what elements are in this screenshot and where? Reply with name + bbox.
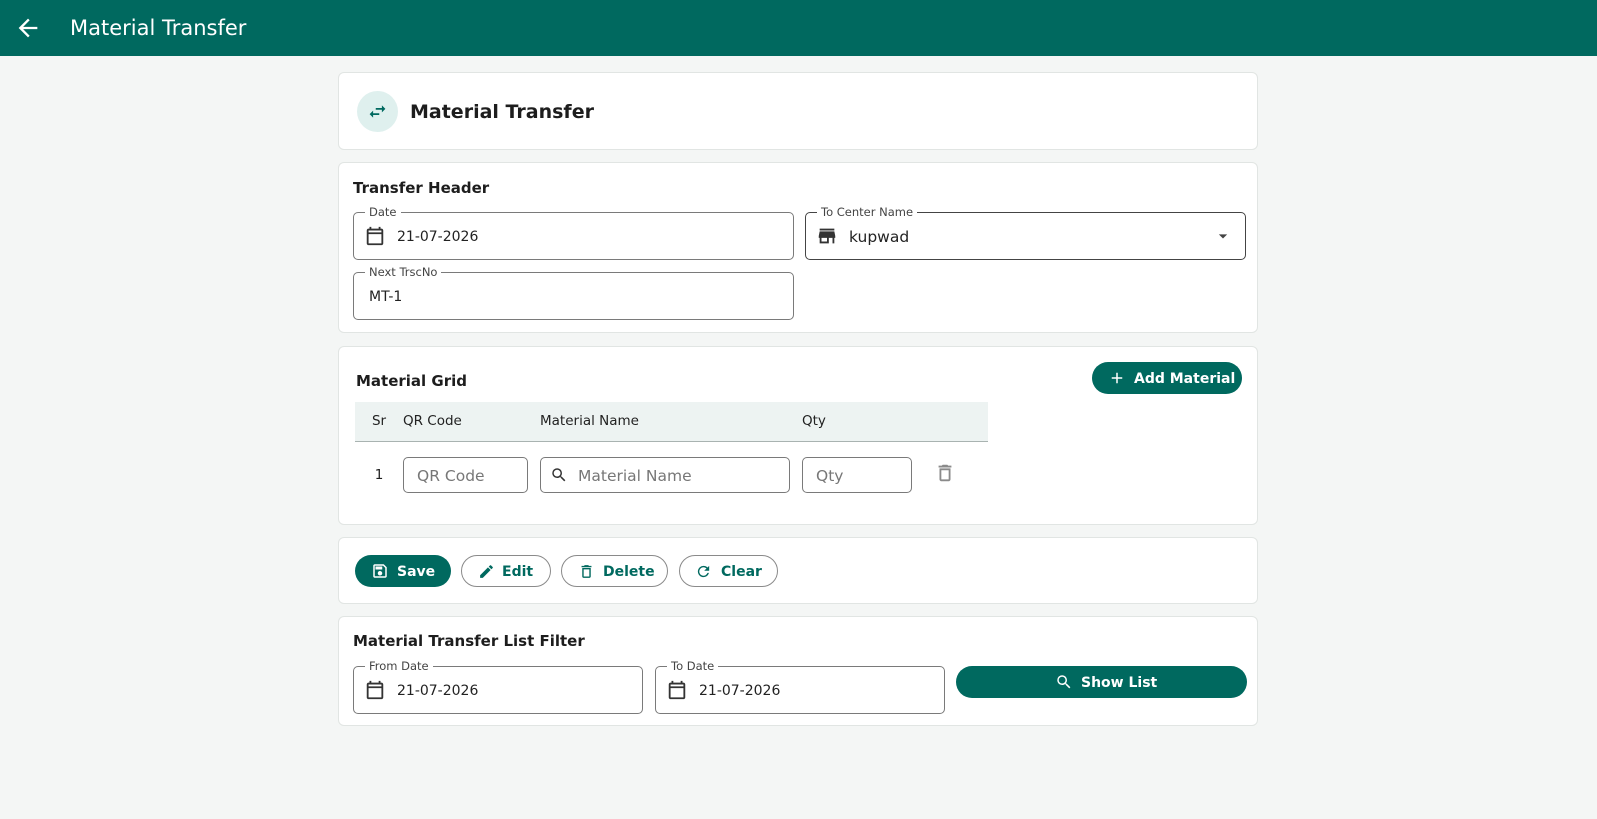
to-date-field[interactable]: To Date 21-07-2026 — [655, 659, 945, 714]
material-table: Sr QR Code Material Name Qty 1 QR Code M… — [355, 402, 988, 509]
row-sr: 1 — [374, 467, 384, 484]
next-trsc-value: MT-1 — [369, 289, 403, 305]
app-bar-title: Material Transfer — [70, 16, 247, 40]
search-icon — [1055, 673, 1073, 695]
calendar-icon[interactable] — [364, 225, 386, 251]
to-date-label: To Date — [667, 659, 719, 673]
refresh-icon — [695, 563, 712, 584]
column-header-qty: Qty — [802, 402, 988, 442]
delete-button[interactable]: Delete — [561, 555, 668, 587]
to-date-value: 21-07-2026 — [699, 683, 781, 699]
clear-label: Clear — [721, 564, 762, 580]
show-list-label: Show List — [1081, 675, 1158, 691]
search-icon — [550, 466, 568, 488]
show-list-button[interactable]: Show List — [956, 666, 1247, 698]
list-filter-card: Material Transfer List Filter From Date … — [338, 616, 1258, 726]
list-filter-title: Material Transfer List Filter — [353, 632, 585, 650]
arrow-left-icon[interactable] — [14, 14, 42, 42]
date-label: Date — [365, 205, 401, 219]
qty-placeholder: Qty — [816, 467, 844, 486]
save-button[interactable]: Save — [355, 555, 451, 587]
qty-input[interactable]: Qty — [802, 457, 912, 494]
add-material-button[interactable]: Add Material — [1092, 362, 1242, 394]
plus-icon — [1108, 369, 1126, 391]
trash-icon[interactable] — [934, 462, 956, 488]
material-name-input[interactable]: Material Name — [540, 457, 790, 494]
actions-card: Save Edit Delete Clear — [338, 537, 1258, 604]
calendar-icon[interactable] — [666, 679, 688, 705]
to-center-value: kupwad — [849, 228, 910, 246]
calendar-icon[interactable] — [364, 679, 386, 705]
trash-icon — [578, 563, 595, 584]
store-icon — [816, 225, 838, 251]
date-field[interactable]: Date 21-07-2026 — [353, 205, 794, 260]
edit-button[interactable]: Edit — [461, 555, 551, 587]
material-grid-title: Material Grid — [356, 372, 468, 390]
from-date-value: 21-07-2026 — [397, 683, 479, 699]
material-name-placeholder: Material Name — [578, 467, 692, 486]
add-material-label: Add Material — [1134, 371, 1236, 387]
save-label: Save — [397, 564, 436, 580]
swap-horizontal-icon — [357, 91, 398, 132]
edit-label: Edit — [502, 564, 534, 580]
to-center-label: To Center Name — [817, 205, 918, 219]
date-value: 21-07-2026 — [397, 229, 479, 245]
transfer-header-title: Transfer Header — [353, 179, 490, 197]
qr-code-input[interactable]: QR Code — [403, 457, 528, 494]
pencil-icon — [478, 563, 495, 584]
material-grid-card: Material Grid Add Material Sr QR Code Ma… — [338, 346, 1258, 525]
table-header-row: Sr QR Code Material Name Qty — [355, 402, 988, 442]
qr-code-placeholder: QR Code — [417, 467, 485, 486]
table-row: 1 QR Code Material Name Qty — [355, 441, 988, 509]
floppy-disk-icon — [371, 562, 389, 584]
next-trsc-label: Next TrscNo — [365, 265, 442, 279]
next-trsc-field[interactable]: Next TrscNo MT-1 — [353, 265, 794, 320]
delete-label: Delete — [603, 564, 655, 580]
app-bar: Material Transfer — [0, 0, 1597, 56]
transfer-header-card: Transfer Header Date 21-07-2026 To Cente… — [338, 162, 1258, 333]
from-date-field[interactable]: From Date 21-07-2026 — [353, 659, 643, 714]
column-header-material-name: Material Name — [540, 402, 802, 442]
clear-button[interactable]: Clear — [679, 555, 778, 587]
title-card: Material Transfer — [338, 72, 1258, 150]
chevron-down-icon[interactable] — [1213, 226, 1233, 250]
column-header-sr: Sr — [355, 402, 403, 442]
page-title: Material Transfer — [410, 101, 594, 123]
column-header-qr-code: QR Code — [403, 402, 540, 442]
from-date-label: From Date — [365, 659, 433, 673]
to-center-select[interactable]: To Center Name kupwad — [805, 205, 1246, 260]
